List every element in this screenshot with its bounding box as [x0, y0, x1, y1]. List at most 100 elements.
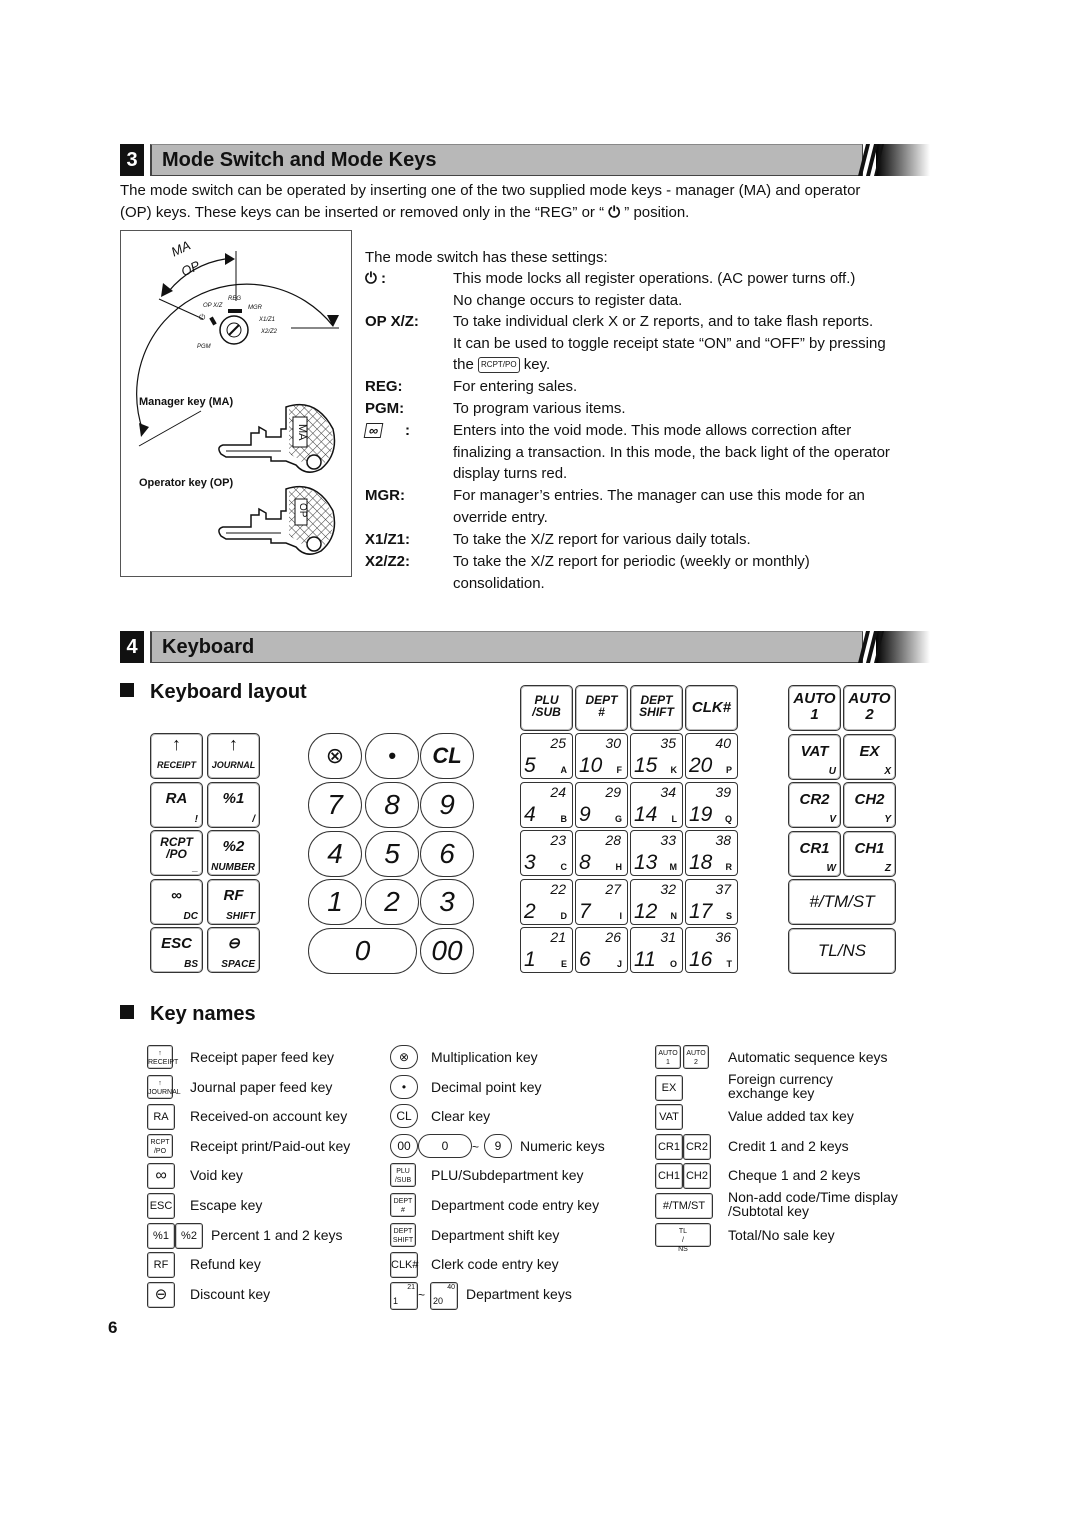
department-key-6[interactable]: 26 6 J — [575, 927, 628, 973]
key-label: DEPT SHIFT — [631, 694, 682, 718]
key-dept[interactable]: DEPT # — [575, 685, 628, 731]
key-auto-2[interactable]: AUTO 2 — [843, 685, 896, 731]
manager-key-icon — [218, 403, 336, 473]
key-sublabel: NUMBER — [211, 862, 255, 873]
key-name-description: Void key — [190, 1167, 243, 1184]
multiply-key[interactable]: ⊗ — [308, 733, 362, 779]
department-key-10[interactable]: 30 10 F — [575, 733, 628, 779]
key-5[interactable]: 5 — [365, 831, 419, 877]
key-tl-ns[interactable]: TL/NS — [788, 927, 896, 974]
key-number[interactable]: %2 NUMBER — [207, 830, 260, 876]
department-key-15[interactable]: 35 15 K — [630, 733, 683, 779]
key-sublabel: V — [829, 814, 836, 825]
description-line: Foreign currency — [728, 1070, 834, 1087]
setting-x2z2: X2/Z2: To take the X/Z report for period… — [365, 551, 935, 595]
key-6[interactable]: 6 — [420, 831, 474, 877]
department-key-19[interactable]: 39 19 Q — [685, 781, 738, 828]
department-key-4[interactable]: 24 4 B — [520, 781, 573, 828]
department-key-5[interactable]: 25 5 A — [520, 733, 573, 779]
department-key-12[interactable]: 32 12 N — [630, 878, 683, 925]
key-label: CLK# — [686, 700, 737, 716]
alpha-label: A — [560, 765, 568, 775]
key-label-line: # — [598, 705, 605, 719]
setting-desc: It can be used to toggle receipt state “… — [453, 334, 886, 352]
key-00[interactable]: 00 — [420, 928, 474, 974]
key-dc[interactable]: ∞ DC — [150, 878, 203, 925]
key-ch2[interactable]: CH2 Y — [843, 782, 896, 828]
key-name-description: Foreign currency exchange key — [728, 1072, 833, 1100]
department-key-16[interactable]: 36 16 T — [685, 927, 738, 973]
alpha-label: J — [616, 959, 622, 969]
key-cr1[interactable]: CR1 W — [788, 830, 841, 877]
department-key-13[interactable]: 33 13 M — [630, 830, 683, 876]
department-key-9[interactable]: 29 9 G — [575, 781, 628, 828]
key-plu-sub[interactable]: PLU/SUB — [520, 685, 573, 731]
key-0[interactable]: 0 — [308, 928, 417, 974]
alpha-label: R — [725, 862, 733, 872]
key-ex[interactable]: EX X — [843, 733, 896, 780]
key-journal[interactable]: ↑ JOURNAL — [207, 733, 260, 779]
key-symbol[interactable]: RCPT/PO _ — [150, 830, 203, 876]
key-cr2[interactable]: CR2 V — [788, 782, 841, 828]
key-clk[interactable]: CLK# — [685, 685, 738, 731]
department-key-7[interactable]: 27 7 I — [575, 878, 628, 925]
key-name-description: Multiplication key — [431, 1049, 538, 1065]
key-ch1[interactable]: CH1 Z — [843, 830, 896, 877]
key-name-row: TL / NS Total/No sale key — [655, 1222, 968, 1253]
key-symbol[interactable]: %1 / — [207, 781, 260, 828]
key-name-description: PLU/Subdepartment key — [431, 1167, 584, 1184]
key-icon-symbol: ∞ — [147, 1163, 175, 1190]
key-symbol[interactable]: RA! — [150, 781, 203, 828]
key-bs[interactable]: ESC BS — [150, 927, 203, 973]
key-name-description: Receipt paper feed key — [190, 1049, 334, 1065]
key-name-row: RF Refund key — [147, 1252, 430, 1279]
range-tilde: ~ — [472, 1139, 480, 1154]
key-receipt[interactable]: ↑ RECEIPT — [150, 733, 203, 779]
setting-desc: the RCPT/PO key. — [453, 354, 933, 376]
department-shift-number: 34 — [660, 783, 676, 800]
operator-key-icon — [218, 485, 336, 555]
key-auto-1[interactable]: AUTO 1 — [788, 685, 841, 731]
key-cl[interactable]: CL — [420, 733, 474, 779]
key-label: %1 — [222, 789, 245, 807]
key-space[interactable]: ⊖ SPACE — [207, 927, 260, 973]
key-name-row: EX Foreign currency exchange key — [655, 1072, 968, 1101]
key-dept-shift[interactable]: DEPT SHIFT — [630, 685, 683, 731]
setting-label: X2/Z2: — [365, 553, 411, 570]
key-icon-9: 9 — [484, 1133, 512, 1158]
department-key-17[interactable]: 37 17 S — [685, 878, 738, 925]
key-3[interactable]: 3 — [420, 879, 474, 925]
intro-paragraph: The mode switch can be operated by inser… — [120, 180, 940, 224]
key-9[interactable]: 9 — [420, 782, 474, 828]
department-key-18[interactable]: 38 18 R — [685, 830, 738, 876]
key-1[interactable]: 1 — [308, 879, 362, 925]
position-mgr: MGR — [248, 305, 262, 311]
department-key-20[interactable]: 40 20 P — [685, 733, 738, 779]
setting-label: REG: — [365, 378, 403, 395]
department-key-1[interactable]: 21 1 E — [520, 927, 573, 973]
setting-desc: For manager’s entries. The manager can u… — [453, 487, 865, 504]
department-key-11[interactable]: 31 11 O — [630, 927, 683, 973]
alpha-label: I — [619, 910, 622, 921]
department-key-3[interactable]: 23 3 C — [520, 830, 573, 876]
key-7[interactable]: 7 — [308, 782, 362, 828]
decimal-key[interactable]: • — [365, 733, 419, 779]
key-shift[interactable]: RF SHIFT — [207, 878, 260, 925]
key-tm-st[interactable]: #/TM/ST — [788, 879, 896, 925]
key-icon-line: ↑ — [158, 1050, 162, 1057]
key-icon-line: DEPT — [393, 1198, 413, 1205]
position-x1z1: X1/Z1 — [259, 317, 276, 323]
key-name-row: CLK# Clerk code entry key — [390, 1252, 671, 1279]
key-8[interactable]: 8 — [365, 782, 419, 828]
department-shift-number: 27 — [605, 880, 621, 897]
description-line: /Subtotal key — [728, 1203, 809, 1219]
key-4[interactable]: 4 — [308, 831, 362, 877]
key-2[interactable]: 2 — [365, 879, 419, 925]
key-name-row: ∞ Void key — [147, 1163, 430, 1190]
department-key-8[interactable]: 28 8 H — [575, 830, 628, 876]
key-name-row: ↑ RECEIPT Receipt paper feed key — [147, 1045, 430, 1071]
department-key-2[interactable]: 22 2 D — [520, 878, 573, 925]
key-vat[interactable]: VAT U — [788, 733, 841, 780]
range-tilde: ~ — [418, 1287, 426, 1302]
department-key-14[interactable]: 34 14 L — [630, 781, 683, 828]
